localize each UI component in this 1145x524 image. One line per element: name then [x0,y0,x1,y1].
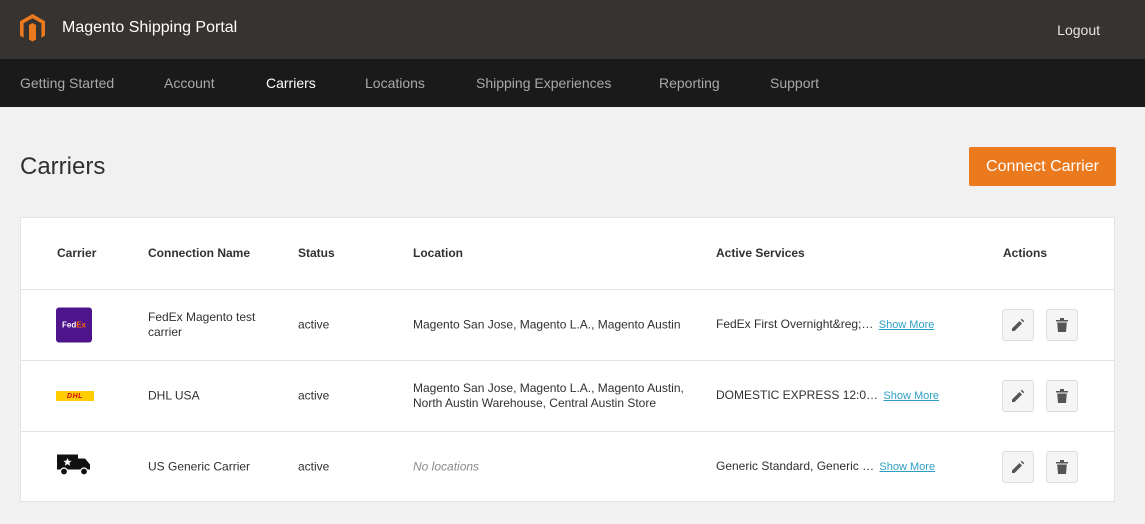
top-bar: Magento Shipping Portal Logout [0,0,1145,59]
status: active [298,459,330,474]
active-services: DOMESTIC EXPRESS 12:0… Show More [716,388,939,404]
trash-icon [1056,389,1068,403]
nav-reporting[interactable]: Reporting [659,75,720,91]
page-title: Carriers [20,153,106,180]
delete-button[interactable] [1046,380,1078,412]
edit-button[interactable] [1002,380,1034,412]
logout-link[interactable]: Logout [1057,22,1100,38]
table-row: US Generic Carrier active No locations G… [21,431,1114,502]
show-more-link[interactable]: Show More [879,461,935,473]
main-nav: Getting Started Account Carriers Locatio… [0,59,1145,107]
connection-name[interactable]: US Generic Carrier [148,460,278,475]
nav-carriers[interactable]: Carriers [266,75,316,91]
active-services: Generic Standard, Generic … Show More [716,459,935,475]
nav-shipping-experiences[interactable]: Shipping Experiences [476,75,611,91]
table-row: DHL DHL USA active Magento San Jose, Mag… [21,360,1114,431]
header-active-services: Active Services [716,246,805,260]
locations: No locations [413,459,480,474]
nav-support[interactable]: Support [770,75,819,91]
trash-icon [1056,318,1068,332]
trash-icon [1056,460,1068,474]
header-location: Location [413,246,463,260]
status: active [298,317,330,332]
edit-button[interactable] [1002,451,1034,483]
connection-name[interactable]: DHL USA [148,389,278,404]
pencil-icon [1012,389,1025,402]
pencil-icon [1012,460,1025,473]
fedex-logo-text-ex: Ex [76,320,87,330]
pencil-icon [1012,318,1025,331]
dhl-logo: DHL [56,391,94,401]
header-actions: Actions [1003,246,1048,260]
fedex-logo: Fed Ex [56,307,92,343]
locations: Magento San Jose, Magento L.A., Magento … [413,317,681,332]
edit-button[interactable] [1002,309,1034,341]
header-carrier: Carrier [57,246,97,260]
services-text: Generic Standard, Generic … [716,459,875,473]
delete-button[interactable] [1046,451,1078,483]
show-more-link[interactable]: Show More [883,390,939,402]
active-services: FedEx First Overnight&reg;… Show More [716,317,934,333]
locations: Magento San Jose, Magento L.A., Magento … [413,381,684,410]
magento-logo-icon [20,14,45,42]
status: active [298,388,330,403]
nav-account[interactable]: Account [164,75,215,91]
show-more-link[interactable]: Show More [879,319,935,331]
table-row: Fed Ex FedEx Magento test carrier active … [21,289,1114,360]
header-status: Status [298,246,335,260]
nav-locations[interactable]: Locations [365,75,425,91]
services-text: DOMESTIC EXPRESS 12:0… [716,388,879,402]
carriers-table: Carrier Connection Name Status Location … [20,217,1115,502]
connect-carrier-button[interactable]: Connect Carrier [969,147,1116,186]
services-text: FedEx First Overnight&reg;… [716,317,874,331]
generic-truck-icon [56,453,92,482]
fedex-logo-text-fed: Fed [61,320,77,330]
connection-name[interactable]: FedEx Magento test carrier [148,310,278,340]
delete-button[interactable] [1046,309,1078,341]
dhl-logo-text: DHL [67,392,83,400]
nav-getting-started[interactable]: Getting Started [20,75,114,91]
header-connection-name: Connection Name [148,246,251,260]
app-title: Magento Shipping Portal [62,19,238,36]
